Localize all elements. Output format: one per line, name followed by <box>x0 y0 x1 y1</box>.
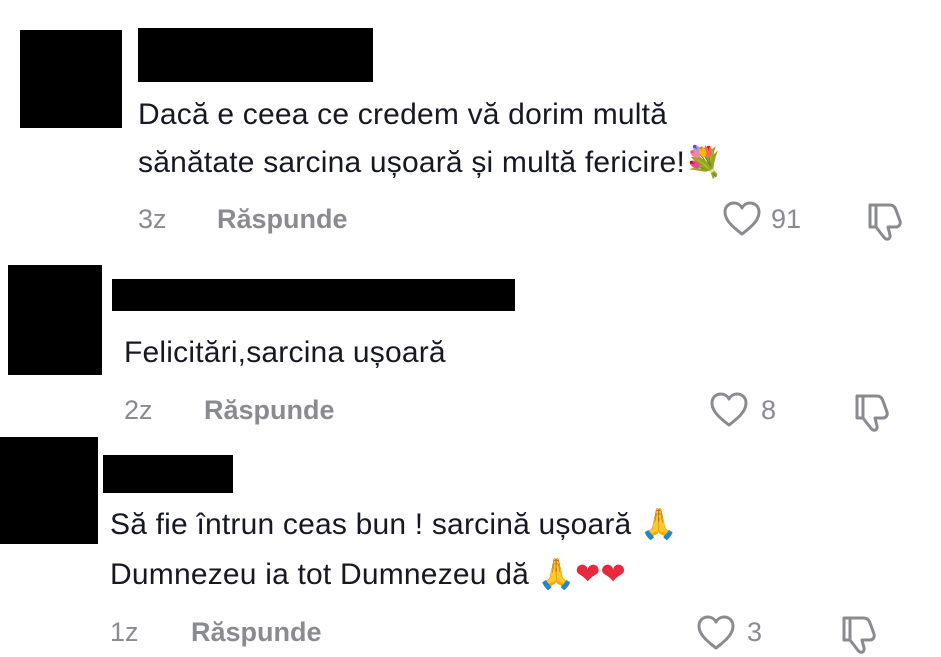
thumbs-down-icon[interactable] <box>851 390 895 434</box>
praying-hands-emoji-icon: 🙏 <box>639 507 678 542</box>
praying-hands-emoji-icon: 🙏 <box>537 557 576 592</box>
comment-text-line: sănătate sarcina ușoară și multă fericir… <box>138 138 723 188</box>
comment-text-line: Felicitări,sarcina ușoară <box>124 336 446 369</box>
comment-text-line: Dacă e ceea ce credem vă dorim multă <box>138 98 668 131</box>
username-redacted[interactable] <box>112 279 515 311</box>
comment-time: 1z <box>110 617 139 647</box>
avatar[interactable] <box>8 265 102 375</box>
red-heart-emoji-icon: ❤ <box>600 557 626 592</box>
thumbs-down-icon[interactable] <box>864 199 908 243</box>
bouquet-emoji-icon: 💐 <box>684 145 723 180</box>
comment-text: Să fie întrun ceas bun ! sarcină ușoară <box>110 508 632 541</box>
comment-text: sănătate sarcina ușoară și multă fericir… <box>138 146 685 179</box>
like-count: 8 <box>761 395 777 425</box>
avatar[interactable] <box>0 437 98 544</box>
heart-outline-icon[interactable] <box>722 200 762 238</box>
heart-outline-icon[interactable] <box>709 391 749 429</box>
reply-button[interactable]: Răspunde <box>191 616 322 648</box>
comment-text: Dumnezeu ia tot Dumnezeu dă <box>110 558 529 591</box>
comment-text-line: Să fie întrun ceas bun ! sarcină ușoară … <box>110 500 678 550</box>
red-heart-emoji-icon: ❤ <box>575 557 601 592</box>
reply-button[interactable]: Răspunde <box>217 203 348 235</box>
like-count: 91 <box>771 204 802 234</box>
comment-text-line: Dumnezeu ia tot Dumnezeu dă 🙏❤❤ <box>110 550 626 600</box>
reply-button[interactable]: Răspunde <box>204 394 335 426</box>
comments-list: Dacă e ceea ce credem vă dorim multă săn… <box>0 0 941 657</box>
username-redacted[interactable] <box>103 455 233 493</box>
comment-time: 3z <box>138 204 167 234</box>
like-count: 3 <box>747 617 763 647</box>
thumbs-down-icon[interactable] <box>838 612 882 656</box>
comment-time: 2z <box>124 395 153 425</box>
username-redacted[interactable] <box>138 28 373 82</box>
heart-outline-icon[interactable] <box>696 614 736 652</box>
avatar[interactable] <box>20 30 122 128</box>
